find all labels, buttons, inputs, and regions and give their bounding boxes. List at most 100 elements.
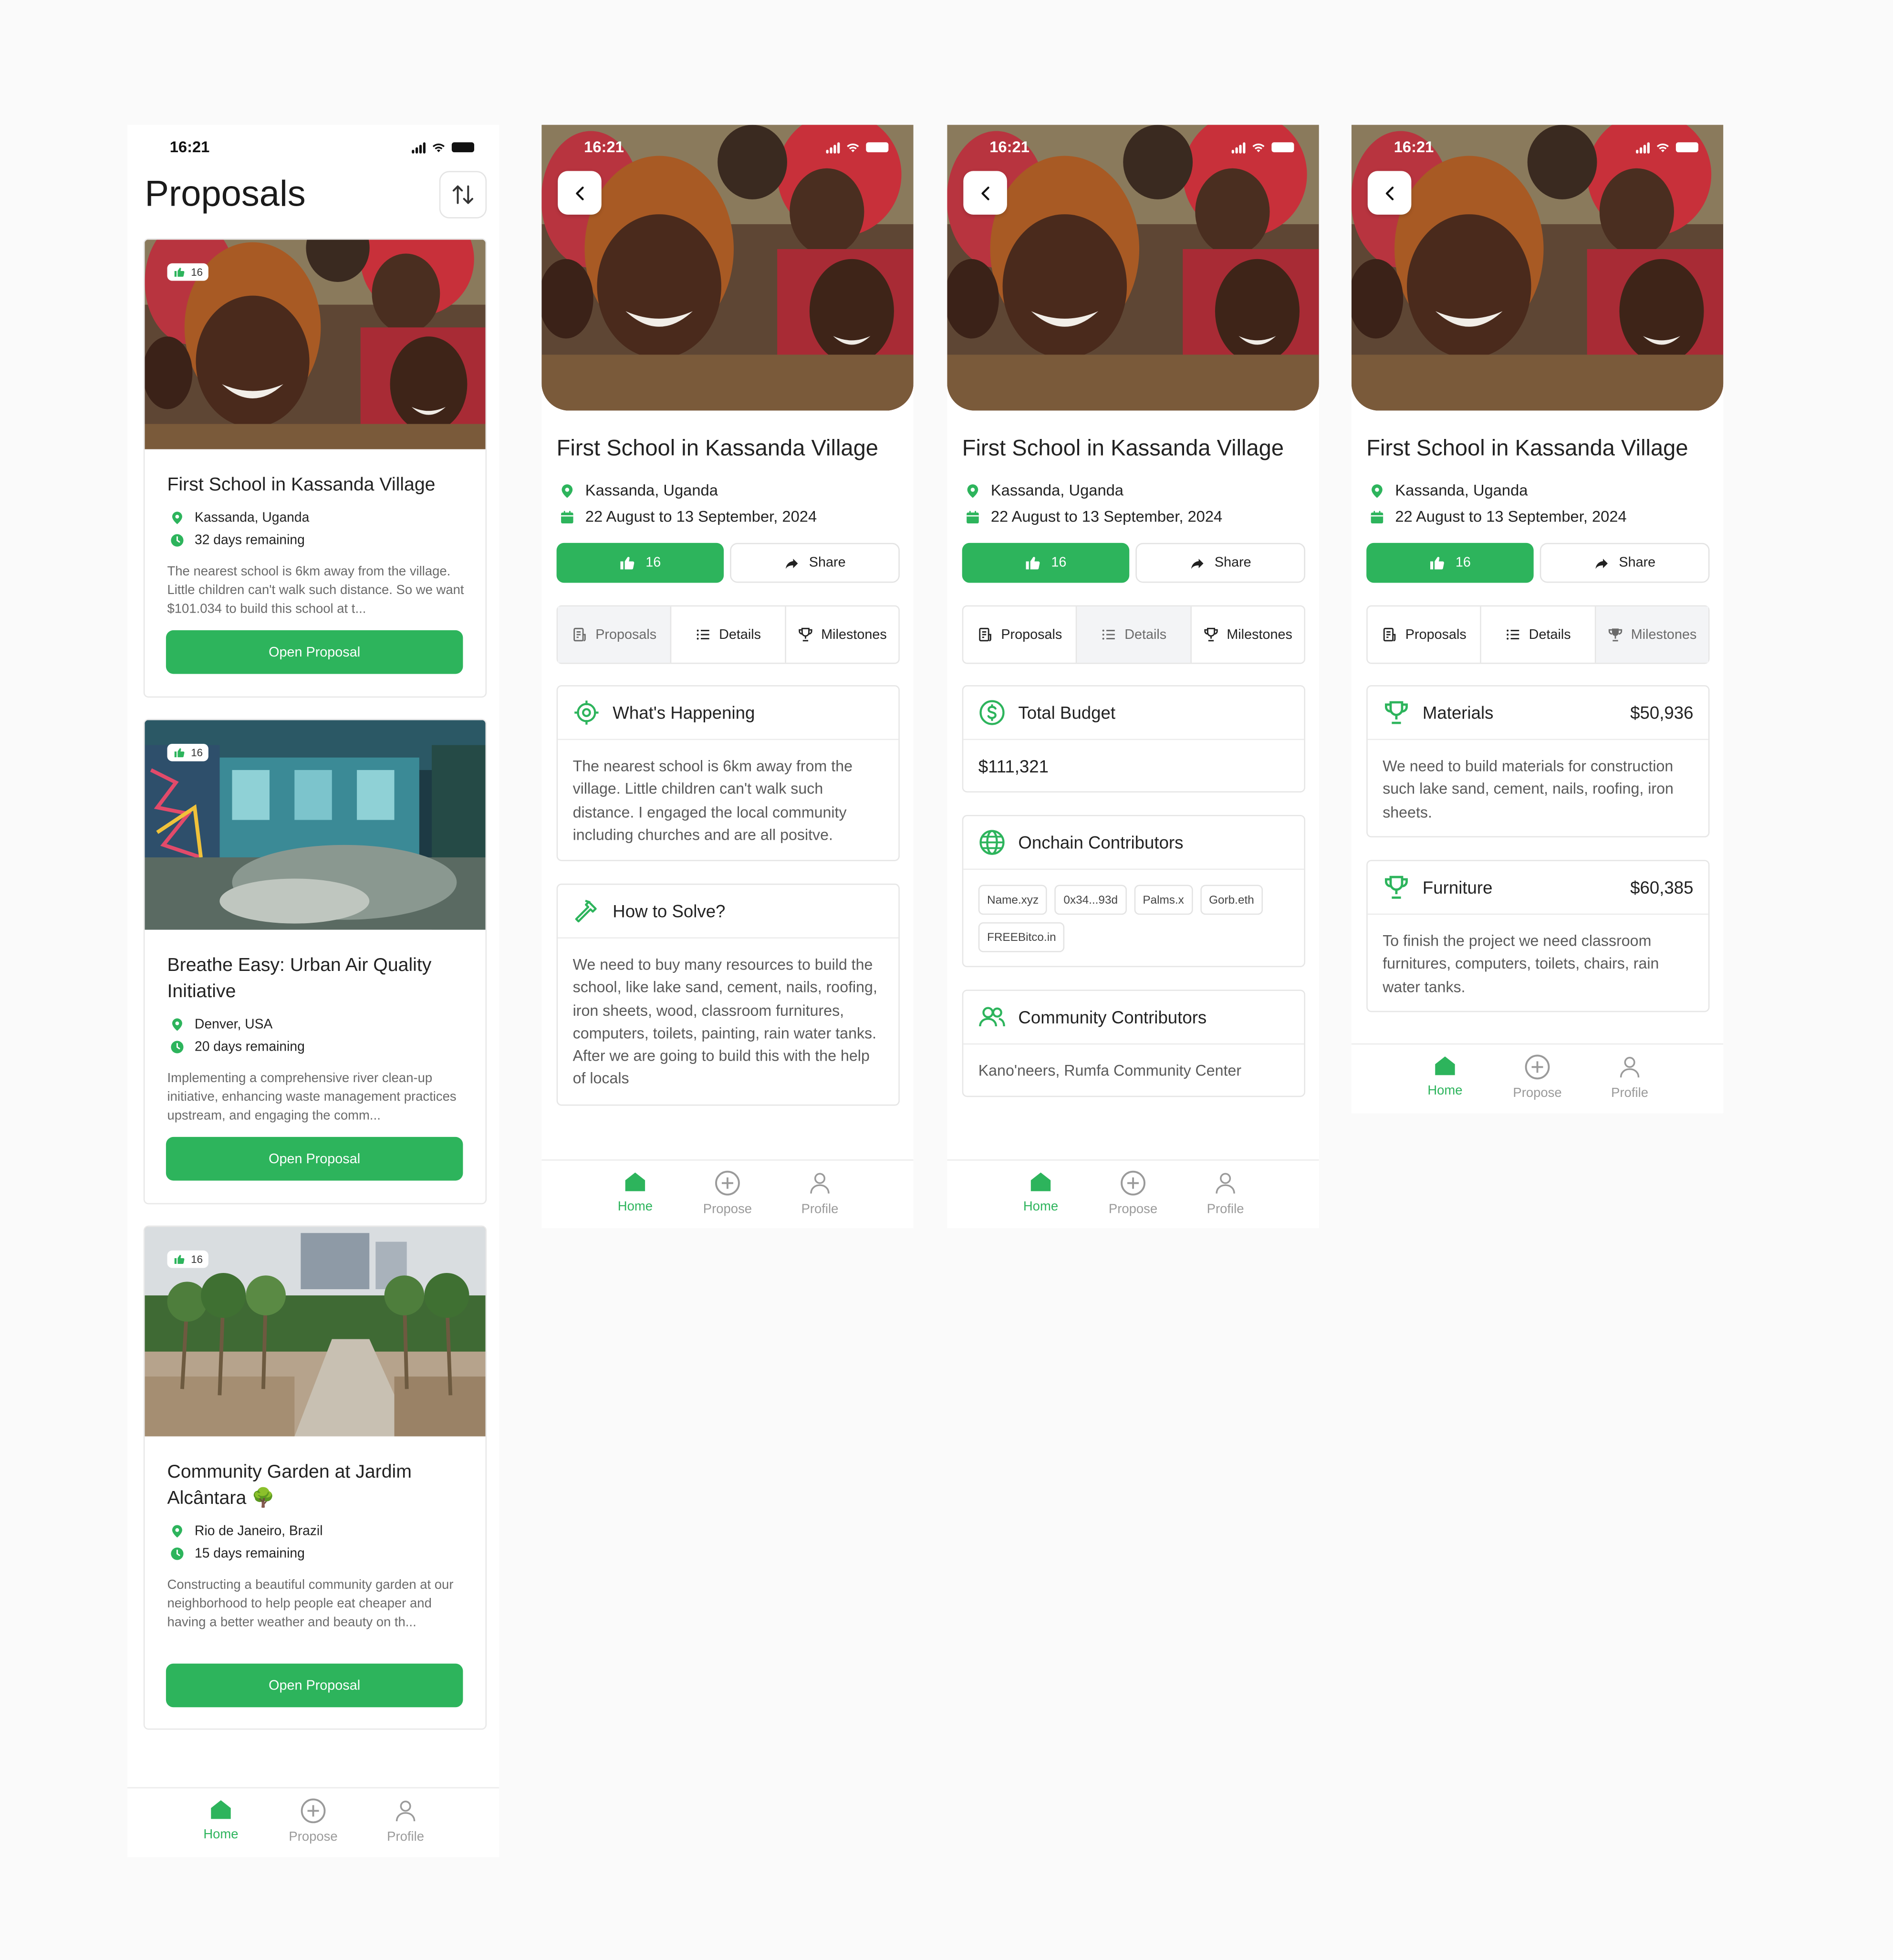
milestone-amount: $60,385 — [1630, 877, 1694, 897]
contributor-chip[interactable]: 0x34...93d — [1055, 885, 1127, 915]
share-icon — [1594, 555, 1610, 571]
status-time: 16:21 — [1394, 138, 1434, 156]
nav-home-label: Home — [1023, 1199, 1059, 1215]
signal-icon — [1231, 141, 1246, 153]
back-button[interactable] — [1367, 171, 1412, 215]
like-count: 16 — [1051, 555, 1067, 571]
nav-propose[interactable]: Propose — [697, 1161, 759, 1228]
remaining-text: 32 days remaining — [195, 532, 305, 548]
proposal-location: Kassanda, Uganda — [965, 482, 1123, 499]
tab-details[interactable]: Details — [1077, 606, 1192, 663]
proposal-title: First School in Kassanda Village — [167, 474, 436, 496]
likes-count: 16 — [191, 266, 203, 279]
share-label: Share — [1619, 555, 1656, 571]
location-pin-icon — [965, 482, 981, 499]
tab-details-label: Details — [719, 627, 761, 642]
like-button[interactable]: 16 — [962, 542, 1130, 583]
user-icon — [393, 1797, 418, 1825]
tab-details-label: Details — [1529, 627, 1571, 642]
tab-milestones-label: Milestones — [821, 627, 887, 642]
contributor-chip[interactable]: Palms.x — [1134, 885, 1193, 915]
open-proposal-button[interactable]: Open Proposal — [166, 630, 463, 674]
back-button[interactable] — [558, 171, 602, 215]
tab-proposals[interactable]: Proposals — [558, 606, 672, 663]
nav-profile-label: Profile — [387, 1829, 425, 1845]
nav-home[interactable]: Home — [1414, 1044, 1477, 1113]
open-proposal-button[interactable]: Open Proposal — [166, 1136, 463, 1181]
contributor-chip[interactable]: Name.xyz — [978, 885, 1048, 915]
contributor-chip[interactable]: FREEBitco.in — [978, 922, 1065, 952]
user-icon — [1617, 1053, 1642, 1081]
battery-icon — [1271, 142, 1294, 153]
tab-proposals[interactable]: Proposals — [1368, 606, 1482, 663]
like-button[interactable]: 16 — [556, 542, 724, 583]
nav-home[interactable]: Home — [1009, 1161, 1072, 1228]
document-icon — [978, 626, 994, 643]
proposal-description: The nearest school is 6km away from the … — [167, 564, 464, 617]
wifi-icon — [430, 140, 447, 154]
trophy-icon — [1383, 699, 1410, 727]
milestone-amount: $50,936 — [1630, 702, 1694, 723]
tab-proposals-label: Proposals — [595, 627, 657, 642]
tab-milestones[interactable]: Milestones — [1191, 606, 1304, 663]
nav-profile[interactable]: Profile — [1599, 1044, 1661, 1113]
tab-proposals[interactable]: Proposals — [963, 606, 1078, 663]
proposal-description: Constructing a beautiful community garde… — [167, 1577, 454, 1631]
home-icon — [623, 1169, 647, 1194]
trophy-icon — [1383, 874, 1410, 901]
plus-circle-icon — [1524, 1053, 1551, 1081]
dates-text: 22 August to 13 September, 2024 — [990, 508, 1223, 526]
nav-propose[interactable]: Propose — [1102, 1161, 1165, 1228]
nav-profile-label: Profile — [1207, 1201, 1244, 1217]
share-button[interactable]: Share — [730, 542, 900, 583]
user-icon — [807, 1169, 832, 1197]
sort-icon — [450, 182, 475, 207]
share-button[interactable]: Share — [1539, 542, 1710, 583]
panel-title: How to Solve? — [613, 901, 726, 921]
proposal-title: First School in Kassanda Village — [556, 435, 878, 461]
thumbs-up-icon — [1025, 554, 1042, 572]
battery-icon — [866, 142, 889, 153]
milestone-title: Furniture — [1422, 877, 1493, 897]
dates-text: 22 August to 13 September, 2024 — [585, 508, 817, 526]
location-text: Kassanda, Uganda — [1395, 481, 1528, 500]
battery-icon — [1675, 142, 1698, 153]
tab-details[interactable]: Details — [672, 606, 786, 663]
page-title: Proposals — [145, 175, 306, 215]
tab-proposals-label: Proposals — [1405, 627, 1467, 642]
nav-propose[interactable]: Propose — [282, 1788, 344, 1857]
nav-profile[interactable]: Profile — [1194, 1161, 1257, 1228]
proposal-image: 16 — [145, 1227, 486, 1437]
thumbs-up-icon — [174, 746, 186, 759]
tab-milestones[interactable]: Milestones — [1595, 606, 1708, 663]
sort-button[interactable] — [439, 171, 487, 219]
open-proposal-button[interactable]: Open Proposal — [166, 1663, 463, 1708]
trophy-icon — [1607, 626, 1623, 643]
tab-details-label: Details — [1124, 627, 1167, 642]
like-button[interactable]: 16 — [1366, 542, 1534, 583]
clock-icon — [170, 1546, 185, 1561]
nav-profile[interactable]: Profile — [789, 1161, 851, 1228]
share-button[interactable]: Share — [1135, 542, 1306, 583]
remaining-text: 15 days remaining — [195, 1546, 305, 1562]
tab-details[interactable]: Details — [1482, 606, 1596, 663]
tab-milestones[interactable]: Milestones — [786, 606, 898, 663]
milestone-panel: Furniture $60,385 To finish the project … — [1366, 860, 1710, 1012]
bottom-nav: Home Propose Profile — [947, 1159, 1319, 1228]
nav-home[interactable]: Home — [190, 1788, 252, 1857]
nav-home[interactable]: Home — [604, 1161, 666, 1228]
nav-propose-label: Propose — [1513, 1085, 1562, 1101]
proposal-location: Kassanda, Uganda — [170, 511, 309, 525]
battery-icon — [451, 142, 474, 153]
likes-count: 16 — [191, 1253, 203, 1266]
nav-propose-label: Propose — [289, 1829, 338, 1845]
nav-propose[interactable]: Propose — [1506, 1044, 1569, 1113]
share-label: Share — [809, 555, 846, 571]
nav-profile[interactable]: Profile — [374, 1788, 437, 1857]
proposal-title: First School in Kassanda Village — [962, 435, 1284, 461]
tab-milestones-label: Milestones — [1631, 627, 1697, 642]
contributor-chip[interactable]: Gorb.eth — [1200, 885, 1263, 915]
thumbs-up-icon — [1429, 554, 1447, 572]
back-button[interactable] — [963, 171, 1007, 215]
signal-icon — [826, 141, 840, 153]
